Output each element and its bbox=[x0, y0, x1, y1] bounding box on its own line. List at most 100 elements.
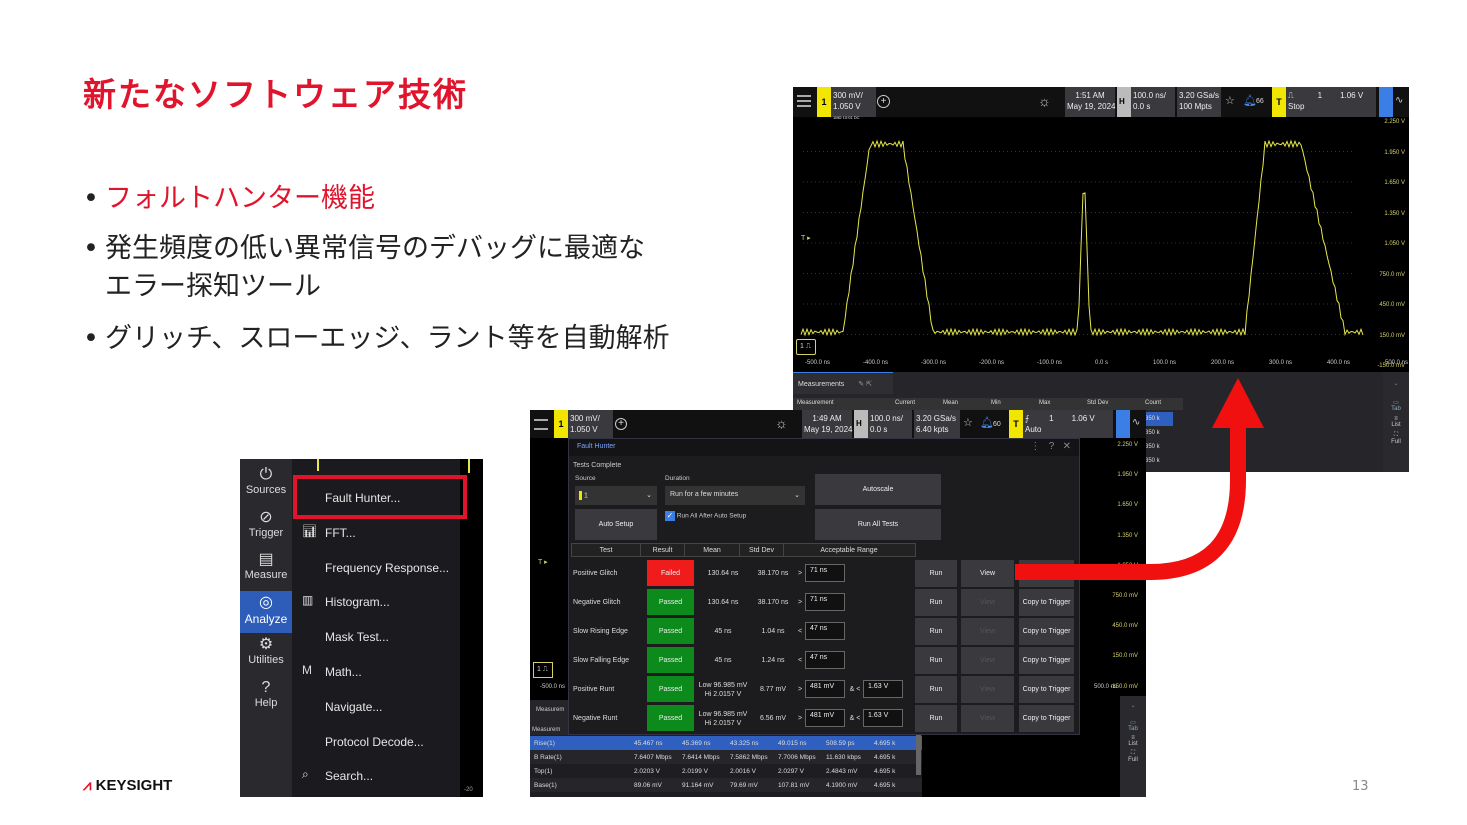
sidebar-item-utilities[interactable]: ⚙ Utilities bbox=[240, 633, 292, 675]
measurement-row[interactable]: Top(1) 2.0203 V 2.0199 V 2.0016 V 2.0297 V 2.… bbox=[530, 764, 922, 778]
view-button[interactable]: View bbox=[961, 676, 1014, 703]
trigger-badge[interactable]: T bbox=[1009, 410, 1023, 438]
channel-1-marker[interactable]: 1 ⎍ bbox=[796, 339, 816, 355]
channel-1-marker[interactable]: 1 ⎍ bbox=[533, 662, 553, 678]
copy-to-trigger-button[interactable]: Copy to Trigger bbox=[1019, 589, 1074, 616]
list-button[interactable]: ≡ List bbox=[1383, 416, 1409, 428]
search-icon: ⌕ bbox=[302, 767, 309, 782]
autoscale-button[interactable]: Autoscale bbox=[815, 474, 941, 505]
measurements-tab[interactable]: Measurem Measurem bbox=[530, 700, 570, 740]
measurement-row[interactable]: Rise(1) 45.467 ns 45.369 ns 43.325 ns 49.015… bbox=[530, 736, 922, 750]
copy-to-trigger-button[interactable]: Copy to Trigger bbox=[1019, 618, 1074, 645]
bell-icon[interactable]: 🔔︎ bbox=[1243, 94, 1257, 107]
test-row: Negative Glitch Passed 130.64 ns 38.170 ns >… bbox=[569, 589, 1079, 616]
acquisition-settings[interactable]: 3.20 GSa/s 6.40 kpts bbox=[914, 410, 960, 438]
menu-icon[interactable] bbox=[534, 419, 548, 430]
zoom-mode-button[interactable] bbox=[1116, 410, 1130, 438]
help-icon[interactable]: ? bbox=[1049, 441, 1055, 452]
view-button[interactable]: View bbox=[961, 618, 1014, 645]
menu-item[interactable]: Navigate... bbox=[325, 700, 382, 714]
waveform-icon[interactable]: ∿ bbox=[1395, 95, 1403, 106]
copy-to-trigger-button[interactable] bbox=[1019, 560, 1074, 587]
menu-item[interactable]: FFT... bbox=[325, 526, 356, 540]
range-input[interactable]: 71 ns bbox=[805, 593, 845, 611]
menu-item[interactable]: Math... bbox=[325, 665, 362, 679]
filter-icon[interactable]: ☆ bbox=[1225, 94, 1235, 107]
add-channel-icon[interactable]: + bbox=[615, 418, 627, 430]
copy-to-trigger-button[interactable]: Copy to Trigger bbox=[1019, 676, 1074, 703]
waveform-icon[interactable]: ∿ bbox=[1132, 417, 1140, 428]
filter-icon[interactable]: ☆ bbox=[963, 416, 973, 429]
horizontal-badge[interactable]: H bbox=[1117, 87, 1131, 117]
run-button[interactable]: Run bbox=[915, 705, 957, 732]
brightness-icon[interactable]: ☼ bbox=[1038, 93, 1051, 109]
bell-icon[interactable]: 🔔︎ bbox=[980, 416, 994, 429]
view-button[interactable]: View bbox=[961, 705, 1014, 732]
view-button[interactable]: View bbox=[961, 560, 1014, 587]
measurement-row[interactable]: Base(1) 89.06 mV 91.164 mV 79.69 mV 107.81 m… bbox=[530, 778, 922, 792]
view-button[interactable]: View bbox=[961, 647, 1014, 674]
range-input[interactable]: 71 ns bbox=[805, 564, 845, 582]
channel-1-badge[interactable]: 1 bbox=[817, 87, 831, 117]
more-icon[interactable]: ⋮ bbox=[1030, 441, 1040, 452]
waveform-graticule[interactable] bbox=[793, 117, 1409, 372]
channel-1-badge[interactable]: 1 bbox=[554, 410, 568, 438]
copy-to-trigger-button[interactable]: Copy to Trigger bbox=[1019, 705, 1074, 732]
add-channel-icon[interactable]: + bbox=[877, 95, 890, 108]
horizontal-badge[interactable]: H bbox=[854, 410, 868, 438]
run-button[interactable]: Run bbox=[915, 589, 957, 616]
measurements-tab[interactable]: Measurements ✎ ⇱ bbox=[793, 372, 893, 394]
menu-item[interactable]: Protocol Decode... bbox=[325, 735, 424, 749]
range-input[interactable]: 47 ns bbox=[805, 622, 845, 640]
sidebar-item-analyze[interactable]: ◎ Analyze bbox=[240, 590, 292, 633]
menu-item[interactable]: Mask Test... bbox=[325, 630, 389, 644]
view-button[interactable]: View bbox=[961, 589, 1014, 616]
run-button[interactable]: Run bbox=[915, 647, 957, 674]
tab-button[interactable]: ▭ Tab bbox=[1383, 399, 1409, 412]
mean-value: 130.64 ns bbox=[707, 570, 739, 577]
menu-item[interactable]: Fault Hunter... bbox=[325, 491, 400, 505]
run-all-tests-button[interactable]: Run All Tests bbox=[815, 509, 941, 540]
horizontal-settings[interactable]: 100.0 ns/0.0 s bbox=[868, 410, 912, 438]
range-input[interactable]: 481 mV bbox=[805, 709, 845, 727]
auto-setup-button[interactable]: Auto Setup bbox=[575, 509, 657, 540]
range-input[interactable]: 1.63 V bbox=[863, 709, 903, 727]
sidebar-item-measure[interactable]: ▤ Measure bbox=[240, 548, 292, 590]
copy-to-trigger-button[interactable]: Copy to Trigger bbox=[1019, 647, 1074, 674]
scrollbar[interactable] bbox=[916, 735, 921, 775]
range-input[interactable]: 1.63 V bbox=[863, 680, 903, 698]
menu-icon[interactable] bbox=[797, 95, 811, 107]
menu-item[interactable]: Search... bbox=[325, 769, 373, 783]
range-input[interactable]: 47 ns bbox=[805, 651, 845, 669]
clock: 1:49 AM May 19, 2024 bbox=[802, 410, 852, 438]
horizontal-settings[interactable]: 100.0 ns/0.0 s bbox=[1131, 87, 1175, 117]
channel-1-settings[interactable]: 300 mV/1.050 V1MΩ 10:01 DC bbox=[568, 410, 613, 443]
sidebar-item-trigger[interactable]: ⊘ Trigger bbox=[240, 506, 292, 548]
run-button[interactable]: Run bbox=[915, 676, 957, 703]
trigger-badge[interactable]: T bbox=[1272, 87, 1286, 117]
view-sidebar: ⌄ ▭ Tab ≡ List ⛶ Full bbox=[1383, 372, 1409, 472]
trigger-settings[interactable]: ⎍ 1 1.06 V Stop bbox=[1286, 87, 1376, 117]
tab-button[interactable]: ▭ Tab bbox=[1120, 719, 1146, 732]
channel-1-settings[interactable]: 300 mV/1.050 V1MΩ 10:01 DC bbox=[831, 87, 876, 120]
source-dropdown[interactable]: 1 ⌄ bbox=[575, 486, 657, 505]
menu-item[interactable]: Frequency Response... bbox=[325, 561, 449, 575]
zoom-mode-button[interactable] bbox=[1379, 87, 1393, 117]
run-all-after-checkbox[interactable]: ✓ Run All After Auto Setup bbox=[665, 511, 746, 521]
measurement-cell: 7.6407 Mbps bbox=[634, 753, 672, 761]
sidebar-item-sources[interactable]: ⏻ Sources bbox=[240, 463, 292, 505]
sidebar-item-help[interactable]: ? Help bbox=[240, 676, 292, 718]
run-button[interactable]: Run bbox=[915, 560, 957, 587]
acquisition-settings[interactable]: 3.20 GSa/s 100 Mpts bbox=[1177, 87, 1221, 117]
run-button[interactable]: Run bbox=[915, 618, 957, 645]
brightness-icon[interactable]: ☼ bbox=[775, 415, 788, 431]
trigger-settings[interactable]: ⨍ 1 1.06 V Auto bbox=[1023, 410, 1113, 438]
measurement-row[interactable]: B Rate(1) 7.6407 Mbps 7.6414 Mbps 7.5862 Mb… bbox=[530, 750, 922, 764]
full-button[interactable]: ⛶ Full bbox=[1120, 750, 1146, 763]
list-button[interactable]: ≡ List bbox=[1120, 735, 1146, 747]
duration-dropdown[interactable]: Run for a few minutes ⌄ bbox=[665, 486, 805, 505]
full-button[interactable]: ⛶ Full bbox=[1383, 432, 1409, 445]
close-icon[interactable]: ✕ bbox=[1063, 441, 1071, 452]
menu-item[interactable]: Histogram... bbox=[325, 595, 390, 609]
range-input[interactable]: 481 mV bbox=[805, 680, 845, 698]
